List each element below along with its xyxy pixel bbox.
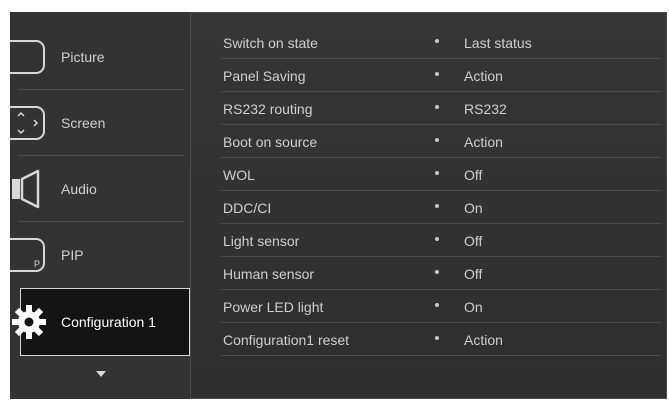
setting-row-power-led-light[interactable]: Power LED light On (191, 290, 667, 323)
divider (18, 89, 184, 90)
setting-row-rs232-routing[interactable]: RS232 routing RS232 (191, 92, 667, 125)
bullet-icon (435, 137, 439, 142)
sidebar-item-audio[interactable]: Audio (10, 157, 190, 221)
sidebar-item-label: Configuration 1 (61, 314, 156, 330)
setting-name: Switch on state (223, 34, 318, 51)
screen-icon (10, 103, 46, 143)
setting-name: Human sensor (223, 265, 315, 282)
bullet-icon (435, 302, 439, 307)
setting-value: On (464, 298, 483, 315)
setting-name: DDC/CI (223, 199, 272, 216)
setting-row-panel-saving[interactable]: Panel Saving Action (191, 59, 667, 92)
setting-name: Panel Saving (223, 67, 306, 84)
bullet-icon (435, 335, 439, 340)
setting-value: Action (464, 133, 503, 150)
bullet-icon (435, 269, 439, 274)
sidebar-item-configuration-1[interactable]: Configuration 1 (12, 288, 190, 356)
setting-name: RS232 routing (223, 100, 313, 117)
settings-list: Switch on state Last status Panel Saving… (191, 12, 667, 399)
sidebar-item-label: Picture (61, 49, 105, 65)
setting-name: Configuration1 reset (223, 331, 350, 348)
category-sidebar: Picture Screen Audio P PIP Configuration… (10, 12, 191, 399)
setting-row-light-sensor[interactable]: Light sensor Off (191, 224, 667, 257)
setting-name: WOL (223, 166, 255, 183)
bullet-icon (435, 170, 439, 175)
picture-icon (10, 37, 46, 77)
divider (221, 355, 661, 356)
sidebar-item-label: PIP (61, 247, 84, 263)
setting-value: Last status (464, 34, 532, 51)
sidebar-item-picture[interactable]: Picture (10, 25, 190, 89)
setting-name: Light sensor (223, 232, 300, 249)
setting-value: On (464, 199, 483, 216)
sidebar-item-label: Screen (61, 115, 106, 131)
divider (18, 221, 184, 222)
down-arrow-icon[interactable] (96, 371, 106, 377)
bullet-icon (435, 203, 439, 208)
setting-value: Off (464, 166, 483, 183)
setting-row-configuration1-reset[interactable]: Configuration1 reset Action (191, 323, 667, 356)
setting-row-wol[interactable]: WOL Off (191, 158, 667, 191)
bullet-icon (435, 71, 439, 76)
sidebar-item-screen[interactable]: Screen (10, 91, 190, 155)
bullet-icon (435, 236, 439, 241)
bullet-icon (435, 104, 439, 109)
setting-value: Off (464, 232, 483, 249)
gear-icon (9, 302, 46, 342)
speaker-icon (10, 169, 46, 209)
setting-name: Boot on source (223, 133, 318, 150)
setting-name: Power LED light (223, 298, 324, 315)
setting-value: Action (464, 331, 503, 348)
setting-value: Off (464, 265, 483, 282)
sidebar-item-pip[interactable]: P PIP (10, 223, 190, 287)
bullet-icon (435, 38, 439, 43)
pip-icon: P (10, 235, 46, 275)
divider (18, 155, 184, 156)
setting-value: RS232 (464, 100, 507, 117)
setting-row-boot-on-source[interactable]: Boot on source Action (191, 125, 667, 158)
osd-menu: Picture Screen Audio P PIP Configuration… (10, 12, 667, 399)
setting-value: Action (464, 67, 503, 84)
setting-row-ddc-ci[interactable]: DDC/CI On (191, 191, 667, 224)
svg-text:P: P (34, 259, 40, 269)
setting-row-switch-on-state[interactable]: Switch on state Last status (191, 26, 667, 59)
setting-row-human-sensor[interactable]: Human sensor Off (191, 257, 667, 290)
sidebar-item-label: Audio (61, 181, 97, 197)
